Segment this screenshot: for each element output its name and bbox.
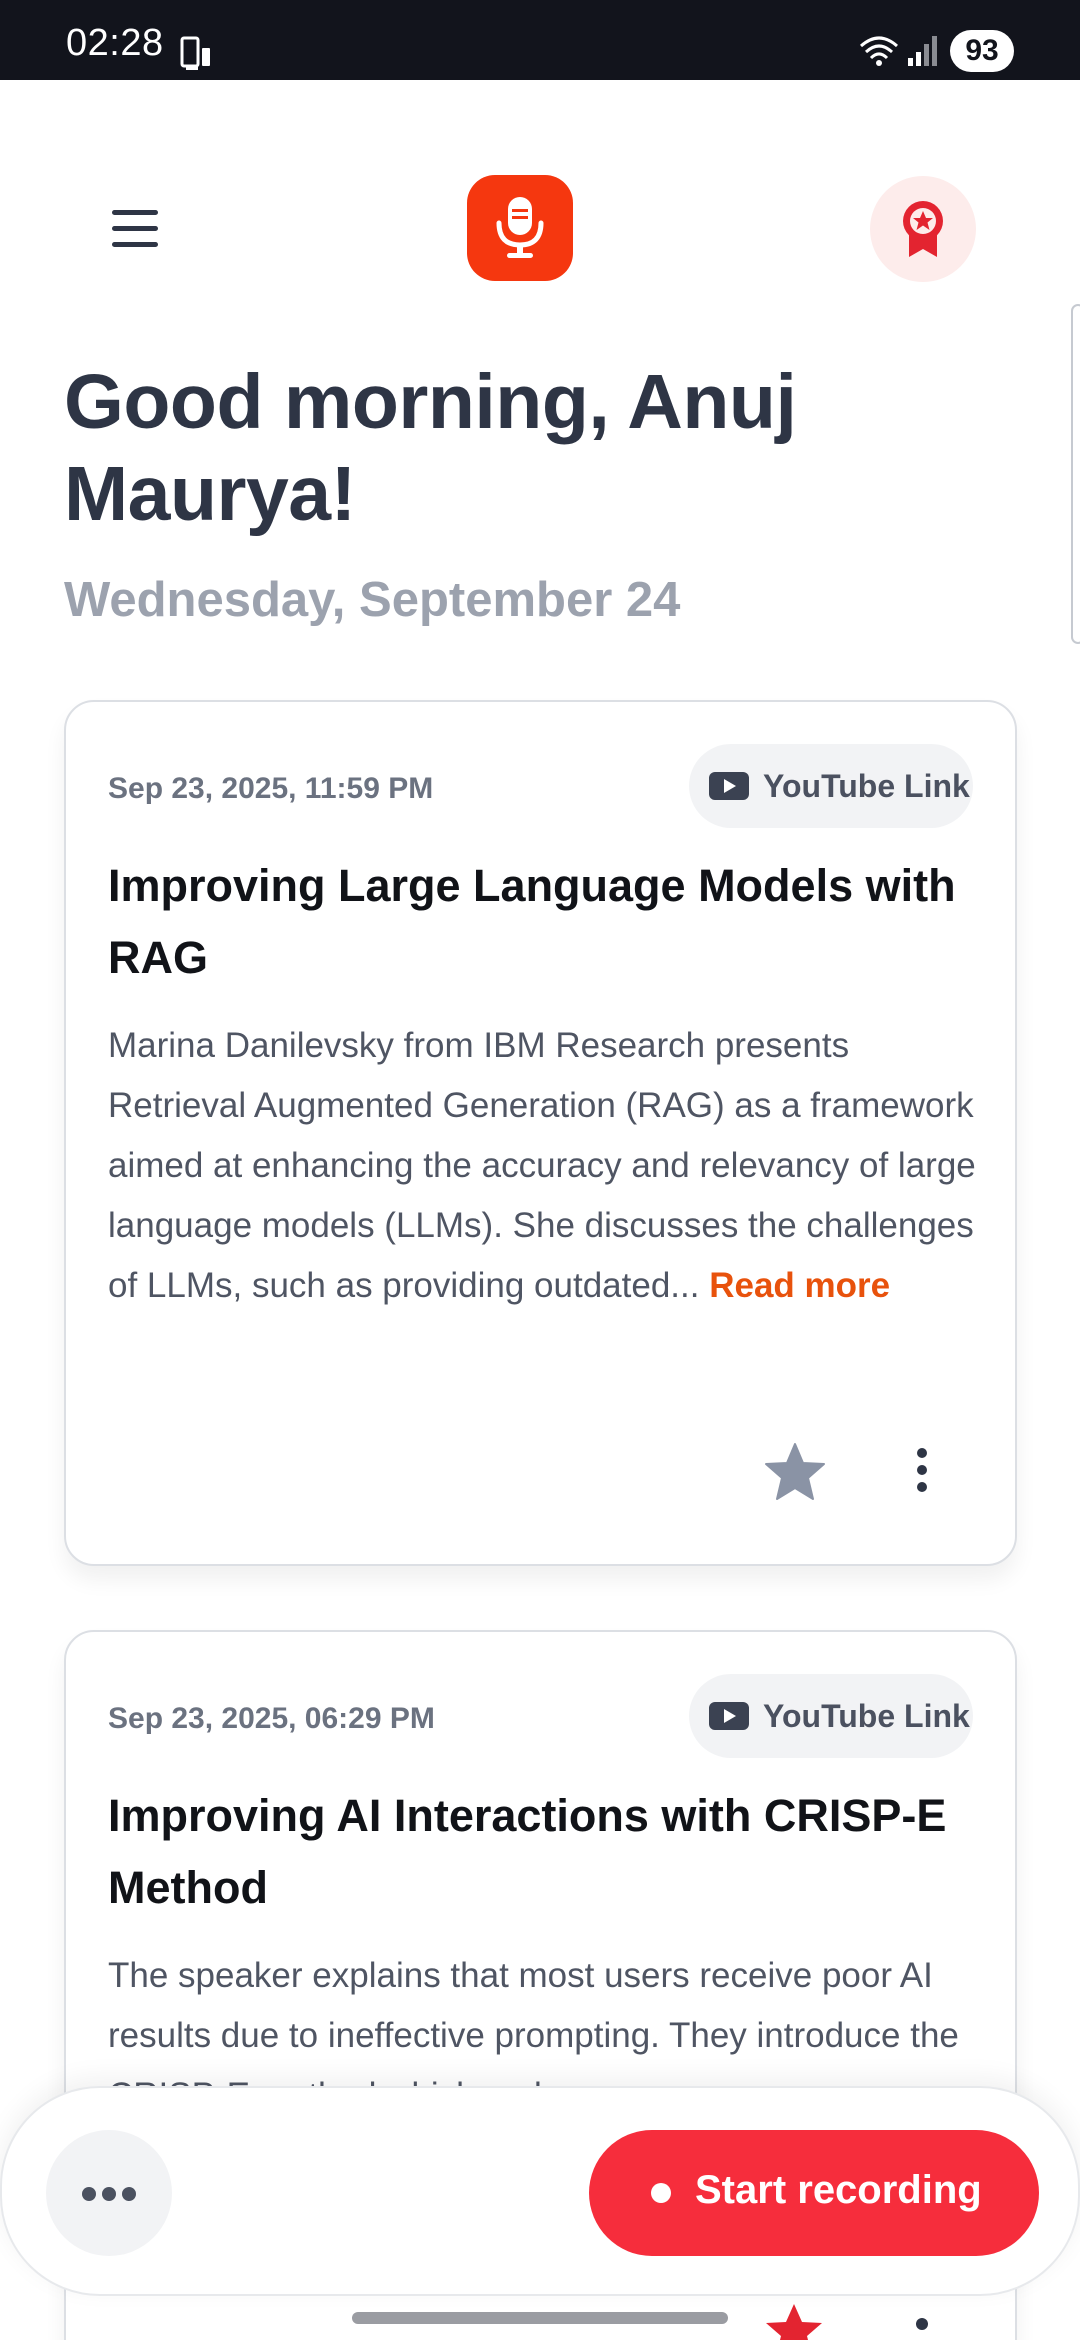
star-icon[interactable] [764,1442,826,1502]
more-vertical-icon[interactable] [916,2318,928,2330]
youtube-link-chip[interactable]: YouTube Link [689,744,973,828]
bottom-action-bar: Start recording [0,2086,1080,2296]
app-logo [467,175,573,281]
wifi-icon [860,36,898,66]
award-badge-icon [903,201,943,257]
current-date: Wednesday, September 24 [64,573,681,627]
card-title: Improving AI Interactions with CRISP-E M… [108,1790,947,1913]
star-icon[interactable] [764,2302,824,2340]
side-panel-handle[interactable] [1071,304,1080,644]
menu-icon[interactable] [108,206,164,252]
youtube-link-label: YouTube Link [763,768,970,804]
card-summary-text: Marina Danilevsky from IBM Research pres… [108,1026,976,1305]
microphone-icon [496,197,544,258]
battery-indicator: 93 [950,30,1014,72]
more-horizontal-icon[interactable] [46,2130,172,2256]
youtube-icon [709,772,749,800]
read-more-link[interactable]: Read more [709,1266,890,1305]
record-dot-icon [651,2183,671,2203]
card-timestamp: Sep 23, 2025, 06:29 PM [108,1702,435,1735]
card-timestamp: Sep 23, 2025, 11:59 PM [108,772,434,805]
status-time: 02:28 [66,22,164,64]
youtube-link-chip[interactable]: YouTube Link [689,1674,973,1758]
phone-sync-icon [180,36,210,70]
youtube-link-label: YouTube Link [763,1698,970,1734]
status-bar: 02:28 93 [0,0,1080,80]
signal-icon [908,36,937,66]
more-vertical-icon[interactable] [912,1446,932,1494]
award-button[interactable] [870,176,976,282]
start-recording-button[interactable]: Start recording [589,2130,1039,2256]
card-title: Improving Large Language Models with RAG [108,860,956,983]
note-card[interactable]: Sep 23, 2025, 11:59 PM YouTube Link Impr… [64,700,1017,1566]
home-indicator[interactable] [352,2312,728,2324]
youtube-icon [709,1702,749,1730]
greeting-heading: Good morning, Anuj Maurya! [64,359,797,537]
card-summary: Marina Danilevsky from IBM Research pres… [108,1016,988,1316]
start-recording-label: Start recording [695,2168,982,2212]
